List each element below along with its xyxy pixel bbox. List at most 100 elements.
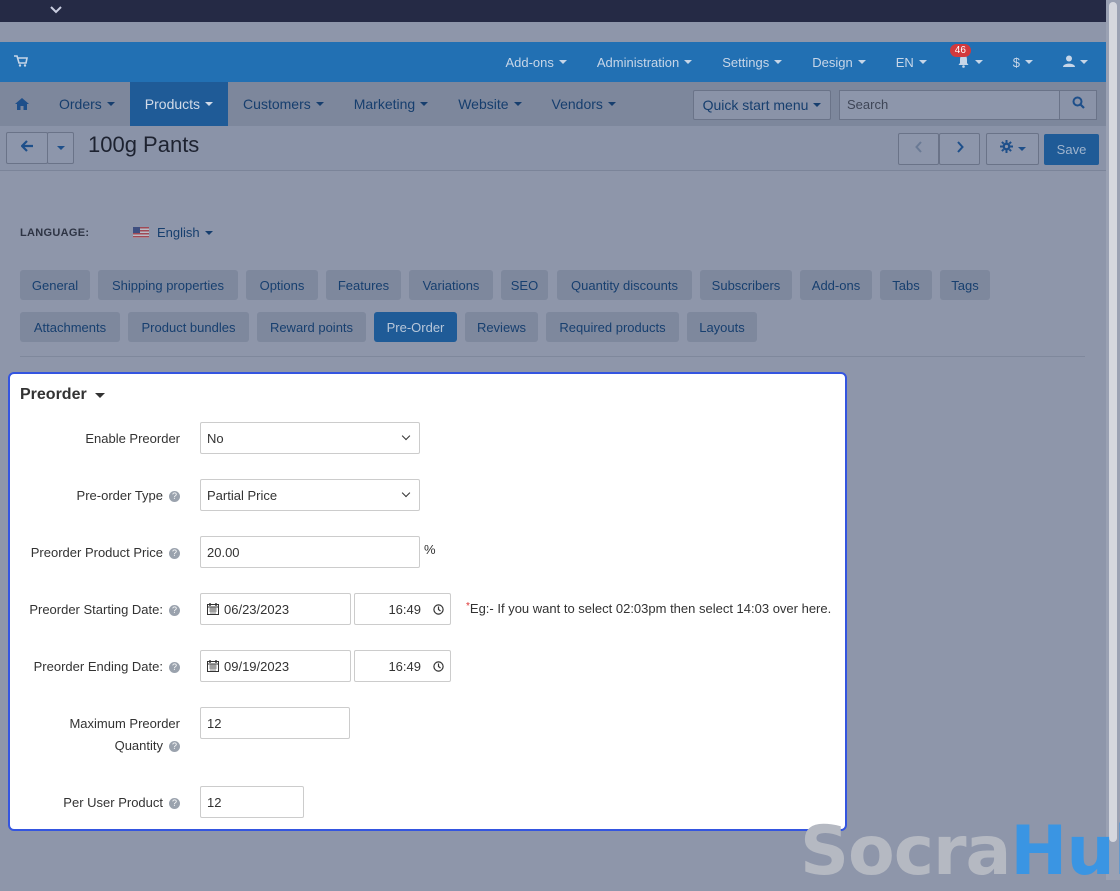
enable-preorder-label: Enable Preorder (85, 431, 180, 446)
menu-settings[interactable]: Settings (707, 55, 797, 70)
time-format-hint: *Eg:- If you want to select 02:03pm then… (466, 601, 831, 616)
preorder-price-input[interactable]: 20.00 (200, 536, 420, 568)
search-input[interactable]: Search (839, 90, 1060, 120)
nav-tab-orders[interactable]: Orders (44, 82, 130, 126)
caret-down-icon (315, 102, 324, 106)
menu-addons[interactable]: Add-ons (490, 55, 581, 70)
help-icon[interactable]: ? (169, 798, 180, 810)
tab-seo[interactable]: SEO (501, 270, 548, 300)
back-history-dropdown[interactable] (47, 132, 74, 164)
tab-layouts[interactable]: Layouts (687, 312, 757, 342)
caret-down-icon (857, 60, 866, 64)
nav-tab-products[interactable]: Products (129, 82, 229, 126)
menu-administration[interactable]: Administration (582, 55, 707, 70)
chevron-down-icon (401, 431, 411, 441)
start-time-value: 16:49 (388, 601, 421, 617)
clock-icon (433, 603, 444, 615)
scrollbar-thumb[interactable] (1109, 2, 1117, 842)
start-date-input[interactable]: 06/23/2023 (200, 593, 351, 625)
tab-attachments[interactable]: Attachments (20, 312, 120, 342)
end-date-label-text: Preorder Ending Date: (33, 659, 163, 674)
chevron-left-icon (914, 140, 923, 158)
tab-features[interactable]: Features (326, 270, 401, 300)
menu-design-label: Design (812, 54, 853, 70)
per-user-input[interactable]: 12 (200, 786, 304, 818)
help-icon[interactable]: ? (169, 491, 180, 503)
tab-shipping-properties[interactable]: Shipping properties (98, 270, 238, 300)
nav-tab-customers[interactable]: Customers (228, 82, 339, 126)
tab-addons[interactable]: Add-ons (800, 270, 872, 300)
user-icon (1063, 55, 1075, 70)
chevron-down-icon (401, 488, 411, 498)
help-icon[interactable]: ? (169, 605, 180, 617)
preorder-panel: Preorder Enable Preorder Pre-order Type?… (8, 372, 847, 831)
tab-required-products[interactable]: Required products (546, 312, 679, 342)
menu-currency[interactable]: $ (998, 55, 1048, 70)
clock-icon (433, 660, 444, 672)
end-date-input[interactable]: 09/19/2023 (200, 650, 351, 682)
settings-dropdown-button[interactable] (986, 133, 1039, 165)
preorder-price-label-text: Preorder Product Price (30, 545, 163, 560)
search-button[interactable] (1059, 90, 1097, 120)
home-icon[interactable] (0, 82, 44, 126)
max-quantity-input[interactable]: 12 (200, 707, 350, 739)
caret-down-icon (1025, 60, 1033, 64)
enable-preorder-select[interactable]: No (200, 422, 420, 454)
cart-icon[interactable] (14, 55, 28, 70)
nav-tab-marketing[interactable]: Marketing (339, 82, 443, 126)
caret-down-icon (513, 102, 522, 106)
max-quantity-label-text2: Quantity (114, 738, 163, 753)
language-label: LANGUAGE: (20, 227, 90, 239)
end-time-input[interactable]: 16:49 (354, 650, 451, 682)
language-value: English (157, 225, 200, 240)
start-time-input[interactable]: 16:49 (354, 593, 451, 625)
tab-general[interactable]: General (20, 270, 90, 300)
menu-addons-label: Add-ons (505, 54, 554, 70)
chevron-down-icon[interactable] (50, 4, 62, 18)
tab-subscribers[interactable]: Subscribers (700, 270, 792, 300)
help-icon[interactable]: ? (169, 741, 180, 753)
nav-tab-label: Orders (59, 96, 102, 112)
menu-language-label: EN (895, 54, 914, 70)
page-scrollbar[interactable] (1106, 0, 1120, 880)
nav-tab-website[interactable]: Website (443, 82, 536, 126)
tab-quantity-discounts[interactable]: Quantity discounts (557, 270, 692, 300)
per-user-label: Per User Product? (63, 795, 180, 810)
quick-start-label: Quick start menu (702, 97, 809, 113)
tab-tags[interactable]: Tags (940, 270, 990, 300)
quick-start-menu-button[interactable]: Quick start menu (693, 90, 831, 120)
preorder-type-label-text: Pre-order Type (76, 488, 163, 503)
nav-tab-vendors[interactable]: Vendors (537, 82, 631, 126)
tabs-divider (20, 356, 1085, 357)
notifications-button[interactable]: 46 (942, 43, 998, 71)
tab-variations[interactable]: Variations (409, 270, 493, 300)
language-selector[interactable]: English (133, 225, 213, 240)
menu-currency-label: $ (1012, 54, 1020, 70)
prev-product-button[interactable] (898, 133, 939, 165)
caret-down-icon (607, 102, 616, 106)
top-gap (0, 22, 1106, 42)
tab-options[interactable]: Options (246, 270, 318, 300)
menu-design[interactable]: Design (797, 55, 880, 70)
user-menu[interactable] (1048, 55, 1106, 70)
tab-reward-points[interactable]: Reward points (257, 312, 366, 342)
preorder-type-select[interactable]: Partial Price (200, 479, 420, 511)
save-button[interactable]: Save (1044, 134, 1099, 165)
next-product-button[interactable] (939, 133, 980, 165)
end-time-value: 16:49 (388, 658, 421, 674)
help-icon[interactable]: ? (169, 548, 180, 560)
tab-tabs[interactable]: Tabs (880, 270, 932, 300)
tab-pre-order[interactable]: Pre-Order (374, 312, 457, 342)
tab-product-bundles[interactable]: Product bundles (128, 312, 249, 342)
caret-down-icon (1080, 60, 1088, 64)
enable-preorder-value: No (207, 430, 224, 446)
help-icon[interactable]: ? (169, 662, 180, 674)
gear-icon (999, 140, 1013, 158)
page-title: 100g Pants (88, 132, 200, 157)
start-date-label-text: Preorder Starting Date: (29, 602, 163, 617)
back-button[interactable] (6, 132, 48, 164)
max-quantity-label-line2: Quantity? (115, 738, 180, 753)
end-date-label: Preorder Ending Date:? (34, 659, 180, 674)
tab-reviews[interactable]: Reviews (465, 312, 538, 342)
menu-language[interactable]: EN (881, 55, 942, 70)
